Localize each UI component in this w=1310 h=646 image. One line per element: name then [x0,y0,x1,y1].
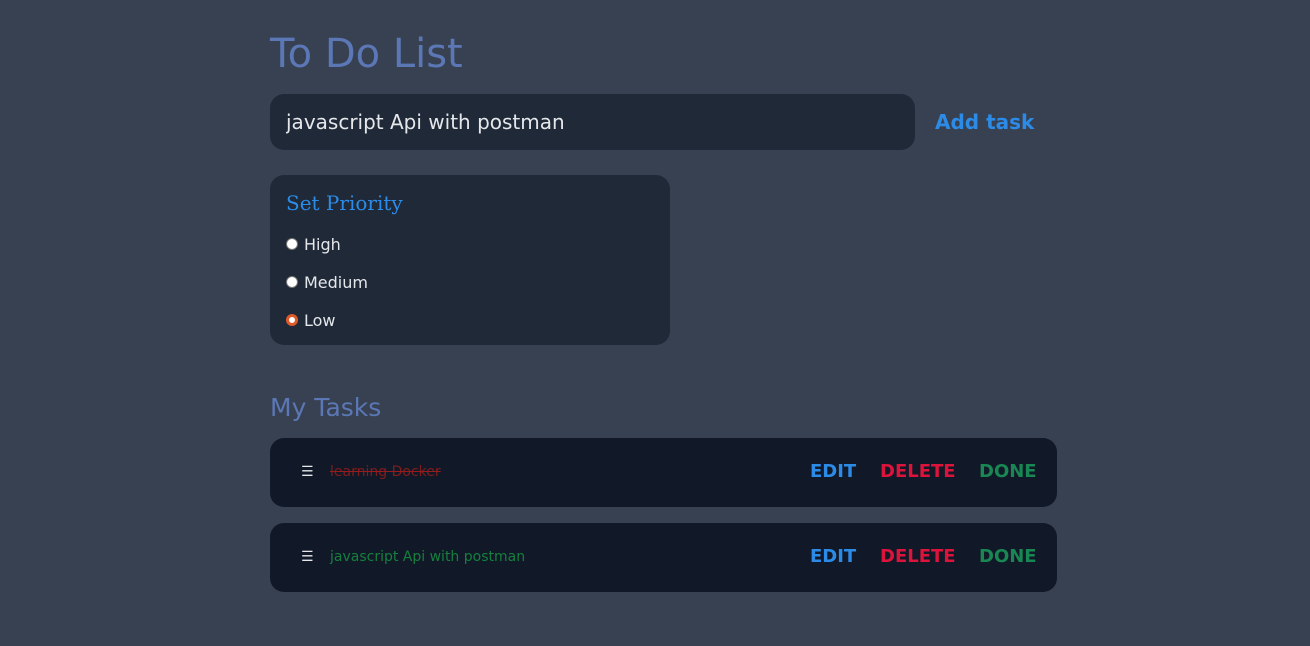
delete-button[interactable]: DELETE [880,545,956,569]
priority-option-label: Low [304,310,336,330]
task-input[interactable] [270,94,915,150]
priority-option-medium[interactable]: Medium [286,272,368,292]
radio-high[interactable] [286,238,298,250]
task-text: javascript Api with postman [330,549,526,565]
hamburger-icon[interactable]: ☰ [301,547,314,567]
radio-low[interactable] [286,314,298,326]
task-text: learning Docker [330,464,441,480]
done-button[interactable]: DONE [979,460,1037,484]
done-button[interactable]: DONE [979,545,1037,569]
hamburger-icon[interactable]: ☰ [301,462,314,482]
page-title: To Do List [270,31,463,77]
task-item: ☰ javascript Api with postman EDIT DELET… [270,523,1057,592]
task-item: ☰ learning Docker EDIT DELETE DONE [270,438,1057,507]
priority-title: Set Priority [286,191,403,215]
edit-button[interactable]: EDIT [810,545,856,569]
priority-option-label: Medium [304,272,368,292]
edit-button[interactable]: EDIT [810,460,856,484]
delete-button[interactable]: DELETE [880,460,956,484]
radio-medium[interactable] [286,276,298,288]
priority-option-high[interactable]: High [286,234,341,254]
add-task-button[interactable]: Add task [935,108,1034,136]
priority-option-low[interactable]: Low [286,310,336,330]
tasks-section-title: My Tasks [270,393,382,422]
priority-option-label: High [304,234,341,254]
